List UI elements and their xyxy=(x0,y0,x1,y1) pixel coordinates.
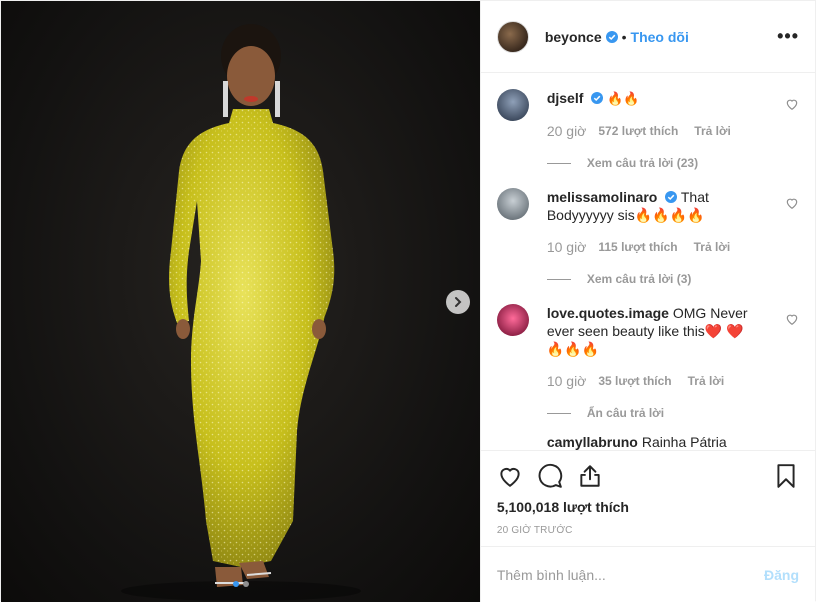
hide-replies-label: Ẩn câu trả lời xyxy=(586,406,665,420)
commenter-username[interactable]: camyllabruno xyxy=(547,434,638,450)
comment-input[interactable]: Thêm bình luận... xyxy=(497,567,764,583)
comment-time[interactable]: 10 giờ xyxy=(547,372,587,390)
carousel-dot xyxy=(243,581,249,587)
post-sidebar: beyonce • Theo dõi ••• djself 🔥🔥 20 giờ … xyxy=(479,1,815,602)
commenter-username[interactable]: melissamolinaro xyxy=(547,189,658,205)
comment-time[interactable]: 10 giờ xyxy=(547,238,587,256)
post-timestamp[interactable]: 20 GIỜ TRƯỚC xyxy=(497,525,799,536)
comment-time[interactable]: 20 giờ xyxy=(547,122,587,140)
commenter-avatar[interactable] xyxy=(496,188,529,220)
comment-text: Rainha Pátria xyxy=(641,434,727,450)
author-username[interactable]: beyonce xyxy=(545,29,602,45)
comment-item: melissamolinaro That Bodyyyyyy sis🔥🔥🔥🔥 1… xyxy=(496,188,799,288)
view-replies-label: Xem câu trả lời (3) xyxy=(586,272,692,286)
reply-button[interactable]: Trả lời xyxy=(688,372,725,390)
reply-button[interactable]: Trả lời xyxy=(694,238,731,256)
next-slide-button[interactable] xyxy=(446,290,470,314)
post-comment-button[interactable]: Đăng xyxy=(764,567,799,583)
replies-line xyxy=(546,162,571,164)
heart-icon[interactable] xyxy=(497,463,523,489)
post-image[interactable] xyxy=(1,1,480,602)
hide-replies-button[interactable]: Ẩn câu trả lời xyxy=(546,404,761,422)
verified-icon xyxy=(605,30,618,43)
comment-likes[interactable]: 115 lượt thích xyxy=(598,238,677,256)
replies-line xyxy=(546,412,571,414)
photo-illustration xyxy=(121,24,361,601)
verified-icon xyxy=(665,191,678,203)
bookmark-icon[interactable] xyxy=(773,463,799,489)
heart-icon[interactable] xyxy=(785,312,799,326)
comment-icon[interactable] xyxy=(537,463,563,489)
add-comment-bar: Thêm bình luận... Đăng xyxy=(480,546,815,602)
likes-count[interactable]: 5,100,018 lượt thích xyxy=(497,499,799,515)
commenter-avatar[interactable] xyxy=(496,89,529,121)
more-options-button[interactable]: ••• xyxy=(777,26,799,47)
comment-likes[interactable]: 35 lượt thích xyxy=(598,372,671,390)
carousel-dot-active xyxy=(233,581,239,587)
follow-button[interactable]: Theo dõi xyxy=(631,29,689,45)
separator-dot: • xyxy=(621,28,627,45)
comment-likes[interactable]: 572 lượt thích xyxy=(598,122,678,140)
verified-icon xyxy=(591,92,604,104)
author-avatar[interactable] xyxy=(496,20,529,53)
comments-list[interactable]: djself 🔥🔥 20 giờ 572 lượt thích Trả lời … xyxy=(481,73,815,450)
comment-item: love.quotes.image OMG Never ever seen be… xyxy=(496,304,799,422)
comment-item-partial: camyllabruno Rainha Pátria xyxy=(547,434,799,450)
comment-text: 🔥🔥 xyxy=(607,91,640,106)
view-replies-button[interactable]: Xem câu trả lời (23) xyxy=(546,154,761,172)
commenter-avatar[interactable] xyxy=(496,304,529,336)
commenter-username[interactable]: djself xyxy=(547,90,584,106)
commenter-username[interactable]: love.quotes.image xyxy=(547,305,669,321)
heart-icon[interactable] xyxy=(785,196,799,210)
carousel-indicator xyxy=(233,581,253,587)
comment-item: djself 🔥🔥 20 giờ 572 lượt thích Trả lời … xyxy=(496,89,799,172)
share-icon[interactable] xyxy=(577,463,603,489)
post-actions: 5,100,018 lượt thích 20 GIỜ TRƯỚC xyxy=(480,450,815,546)
replies-line xyxy=(546,278,571,280)
post-dialog: beyonce • Theo dõi ••• djself 🔥🔥 20 giờ … xyxy=(0,0,816,602)
heart-icon[interactable] xyxy=(785,97,799,111)
reply-button[interactable]: Trả lời xyxy=(694,122,731,140)
view-replies-button[interactable]: Xem câu trả lời (3) xyxy=(546,270,761,288)
view-replies-label: Xem câu trả lời (23) xyxy=(586,156,699,170)
chevron-right-icon xyxy=(455,297,462,307)
post-header: beyonce • Theo dõi ••• xyxy=(480,1,815,73)
